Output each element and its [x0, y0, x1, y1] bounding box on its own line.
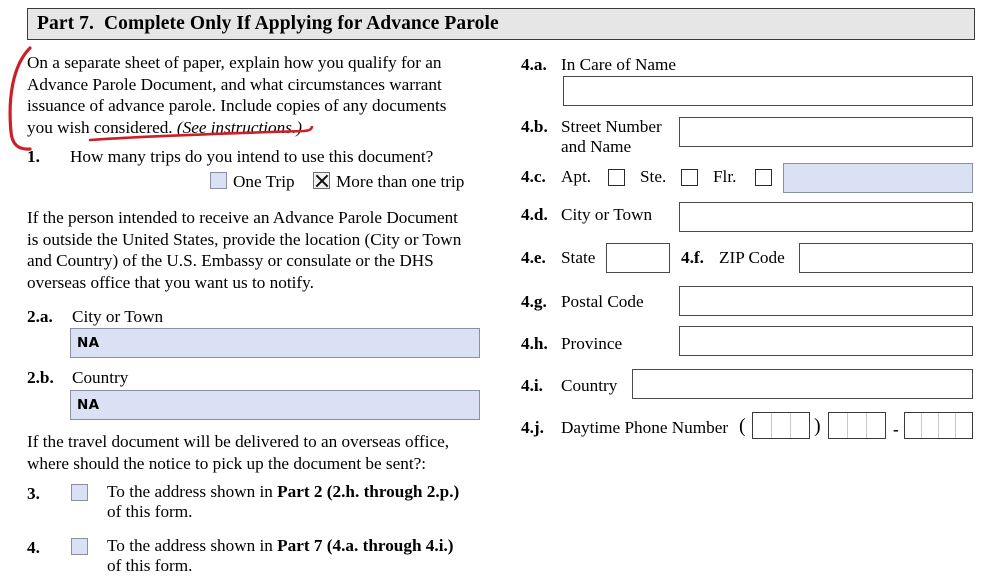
item-3-number: 3.	[27, 484, 40, 503]
overseas-location-paragraph: If the person intended to receive an Adv…	[27, 208, 462, 292]
phone-cell[interactable]	[791, 413, 809, 438]
intro-paragraph: On a separate sheet of paper, explain ho…	[27, 52, 487, 138]
item-4g-postal-code-input[interactable]	[679, 286, 973, 316]
item-4j-phone-area-code-input[interactable]	[752, 412, 810, 439]
item-4c-apt-label: Apt.	[561, 167, 592, 186]
item-3-text: To the address shown in Part 2 (2.h. thr…	[107, 482, 487, 522]
item-2b-country-input[interactable]: NA	[70, 390, 480, 420]
phone-cell[interactable]	[829, 413, 848, 438]
item-2a-value: NA	[77, 335, 100, 351]
item-4-number: 4.	[27, 538, 40, 557]
phone-dash: -	[893, 420, 899, 439]
item-3-text-before: To the address shown in	[107, 482, 278, 501]
item-4j-phone-prefix-input[interactable]	[828, 412, 886, 439]
checkbox-item-3-part2-address[interactable]	[71, 484, 88, 501]
item-4d-city-or-town-input[interactable]	[679, 202, 973, 232]
item-2a-label: City or Town	[72, 307, 164, 326]
item-4i-label: Country	[561, 376, 618, 395]
item-2a-city-or-town-input[interactable]: NA	[70, 328, 480, 358]
phone-cell[interactable]	[939, 413, 956, 438]
item-3-text-after: of this form.	[107, 502, 193, 521]
item-4b-number: 4.b.	[521, 117, 548, 136]
item-4a-in-care-of-name-input[interactable]	[563, 76, 973, 106]
item-4i-number: 4.i.	[521, 376, 543, 395]
item-4g-number: 4.g.	[521, 292, 547, 311]
item-3-text-bold: Part 2 (2.h. through 2.p.)	[277, 482, 460, 501]
page-title: Part 7. Complete Only If Applying for Ad…	[37, 13, 499, 34]
label-more-than-one-trip: More than one trip	[336, 172, 465, 191]
item-2a-number: 2.a.	[27, 307, 53, 326]
phone-cell[interactable]	[753, 413, 772, 438]
label-one-trip: One Trip	[233, 172, 295, 191]
item-4-text: To the address shown in Part 7 (4.a. thr…	[107, 536, 487, 576]
item-4a-label: In Care of Name	[561, 55, 677, 74]
item-1-number: 1.	[27, 147, 40, 166]
phone-cell[interactable]	[922, 413, 939, 438]
item-4d-number: 4.d.	[521, 205, 548, 224]
item-4-text-before: To the address shown in	[107, 536, 278, 555]
checkbox-ste[interactable]	[681, 169, 698, 186]
item-4e-state-input[interactable]	[606, 243, 670, 273]
phone-cell[interactable]	[956, 413, 972, 438]
item-4f-number: 4.f.	[681, 248, 704, 267]
checkbox-more-than-one-trip[interactable]	[313, 172, 330, 189]
part-header-bar: Part 7. Complete Only If Applying for Ad…	[27, 8, 975, 40]
item-4b-label: Street Number and Name	[561, 117, 662, 156]
item-4c-ste-label: Ste.	[640, 167, 667, 186]
item-4e-number: 4.e.	[521, 248, 546, 267]
checkbox-one-trip[interactable]	[210, 172, 227, 189]
delivery-notice-paragraph: If the travel document will be delivered…	[27, 432, 450, 473]
item-4h-number: 4.h.	[521, 334, 548, 353]
item-4j-number: 4.j.	[521, 418, 544, 437]
item-4h-province-input[interactable]	[679, 326, 973, 356]
item-4-text-bold: Part 7 (4.a. through 4.i.)	[277, 536, 454, 555]
item-4b-street-number-and-name-input[interactable]	[679, 117, 973, 147]
checkbox-item-4-part7-address[interactable]	[71, 538, 88, 555]
checkbox-flr[interactable]	[755, 169, 772, 186]
phone-open-paren: (	[739, 415, 746, 437]
item-1-question: How many trips do you intend to use this…	[70, 147, 434, 166]
item-2b-label: Country	[72, 368, 129, 387]
phone-cell[interactable]	[905, 413, 922, 438]
phone-close-paren: )	[814, 415, 821, 437]
item-4e-label: State	[561, 248, 596, 267]
item-4c-number: 4.c.	[521, 167, 546, 186]
item-4a-number: 4.a.	[521, 55, 547, 74]
item-4g-label: Postal Code	[561, 292, 644, 311]
item-2b-number: 2.b.	[27, 368, 54, 387]
item-4f-label: ZIP Code	[719, 248, 785, 267]
phone-cell[interactable]	[848, 413, 867, 438]
phone-cell[interactable]	[772, 413, 791, 438]
item-4d-label: City or Town	[561, 205, 653, 224]
item-4j-phone-line-number-input[interactable]	[904, 412, 973, 439]
see-instructions-text: (See instructions.)	[176, 117, 302, 137]
item-4j-label: Daytime Phone Number	[561, 418, 729, 437]
checkbox-apt[interactable]	[608, 169, 625, 186]
item-4f-zip-code-input[interactable]	[799, 243, 973, 273]
phone-cell[interactable]	[867, 413, 885, 438]
item-4c-apt-ste-flr-number-input[interactable]	[783, 163, 973, 193]
item-4-text-after: of this form.	[107, 556, 193, 575]
item-2b-value: NA	[77, 397, 100, 413]
item-4h-label: Province	[561, 334, 623, 353]
item-4i-country-input[interactable]	[632, 369, 973, 399]
item-4c-flr-label: Flr.	[713, 167, 737, 186]
